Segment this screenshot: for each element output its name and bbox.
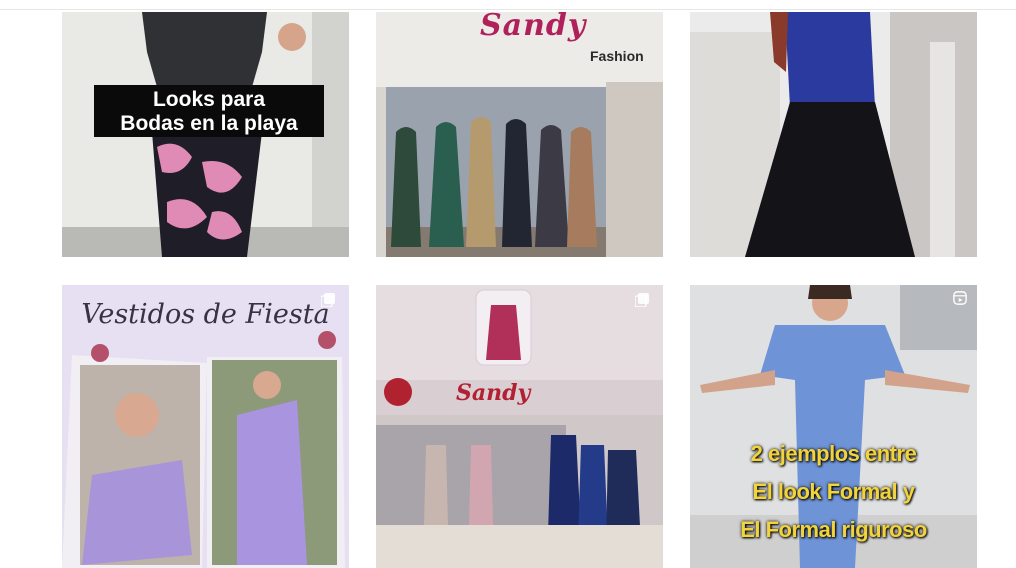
gallery-icon bbox=[635, 293, 649, 307]
top-divider bbox=[0, 9, 1016, 10]
gallery-icon bbox=[321, 293, 335, 307]
post-3-photo bbox=[690, 12, 977, 257]
reel-icon bbox=[953, 291, 967, 305]
post-tile-6[interactable]: 2 ejemplos entre El look Formal y El For… bbox=[690, 285, 977, 568]
post-tile-2[interactable]: Sandy Fashion bbox=[376, 12, 663, 257]
store-front-sign: Sandy bbox=[456, 380, 531, 406]
post-tile-4[interactable]: Vestidos de Fiesta bbox=[62, 285, 349, 568]
store-brand-sign: Sandy bbox=[480, 12, 587, 43]
post-tile-5[interactable]: Sandy bbox=[376, 285, 663, 568]
post-tile-3[interactable] bbox=[690, 12, 977, 257]
caption-line: 2 ejemplos entre bbox=[750, 441, 917, 466]
caption-line: Looks para bbox=[152, 88, 266, 111]
post-tile-1[interactable]: Looks para Bodas en la playa bbox=[62, 12, 349, 257]
post-5-photo bbox=[376, 285, 663, 568]
caption-line: El look Formal y bbox=[752, 479, 915, 504]
post-6-caption: 2 ejemplos entre El look Formal y El For… bbox=[690, 435, 977, 549]
post-4-overlay-title: Vestidos de Fiesta bbox=[81, 299, 330, 330]
post-1-caption: Looks para Bodas en la playa bbox=[94, 85, 324, 137]
caption-line: El Formal riguroso bbox=[740, 517, 927, 542]
caption-line: Bodas en la playa bbox=[120, 112, 298, 135]
store-brand-subtitle: Fashion bbox=[590, 48, 644, 64]
